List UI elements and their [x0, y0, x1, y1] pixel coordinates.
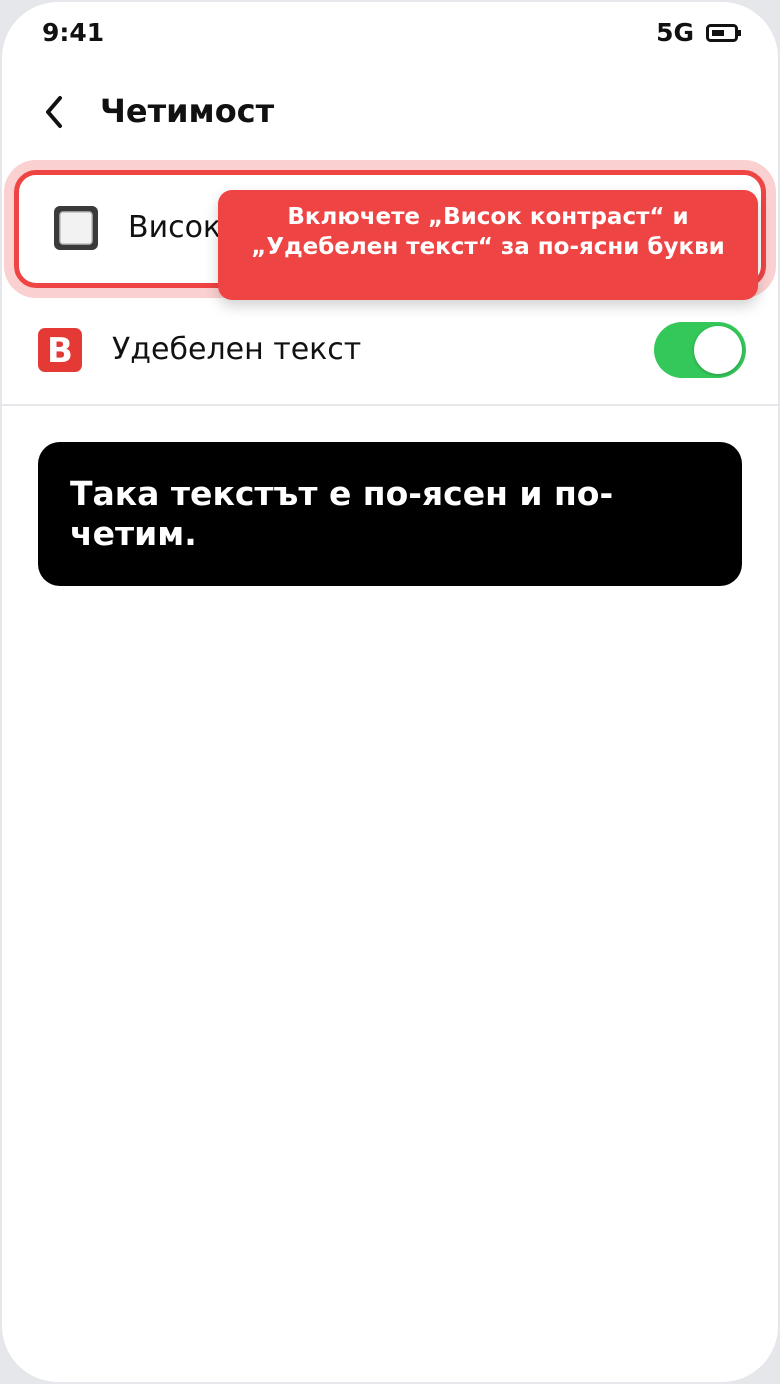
chevron-left-icon [46, 96, 62, 128]
back-button[interactable] [32, 90, 76, 134]
toggle-knob [694, 326, 742, 374]
divider [2, 404, 778, 406]
status-indicators: 5G [656, 18, 742, 47]
status-bar: 9:41 5G [2, 2, 778, 62]
status-time: 9:41 [42, 18, 105, 47]
hint-tooltip: Включете „Висок контраст“ и „Удебелен те… [218, 190, 758, 300]
setting-row-bold-text[interactable]: B Удебелен текст [2, 300, 778, 400]
page-title: Четимост [100, 92, 275, 130]
navigation-bar: Четимост [2, 82, 778, 146]
phone-screen: 9:41 5G Четимост Висок контраст [2, 2, 778, 1382]
svg-text:B: B [47, 331, 73, 371]
battery-icon [706, 23, 741, 42]
setting-label-bold-text: Удебелен текст [112, 332, 362, 367]
letter-b-icon: B [36, 326, 84, 374]
info-card: Така текстът е по-ясен и по-четим. [38, 442, 742, 586]
bold-text-toggle[interactable] [654, 322, 746, 378]
network-indicator: 5G [656, 18, 694, 47]
